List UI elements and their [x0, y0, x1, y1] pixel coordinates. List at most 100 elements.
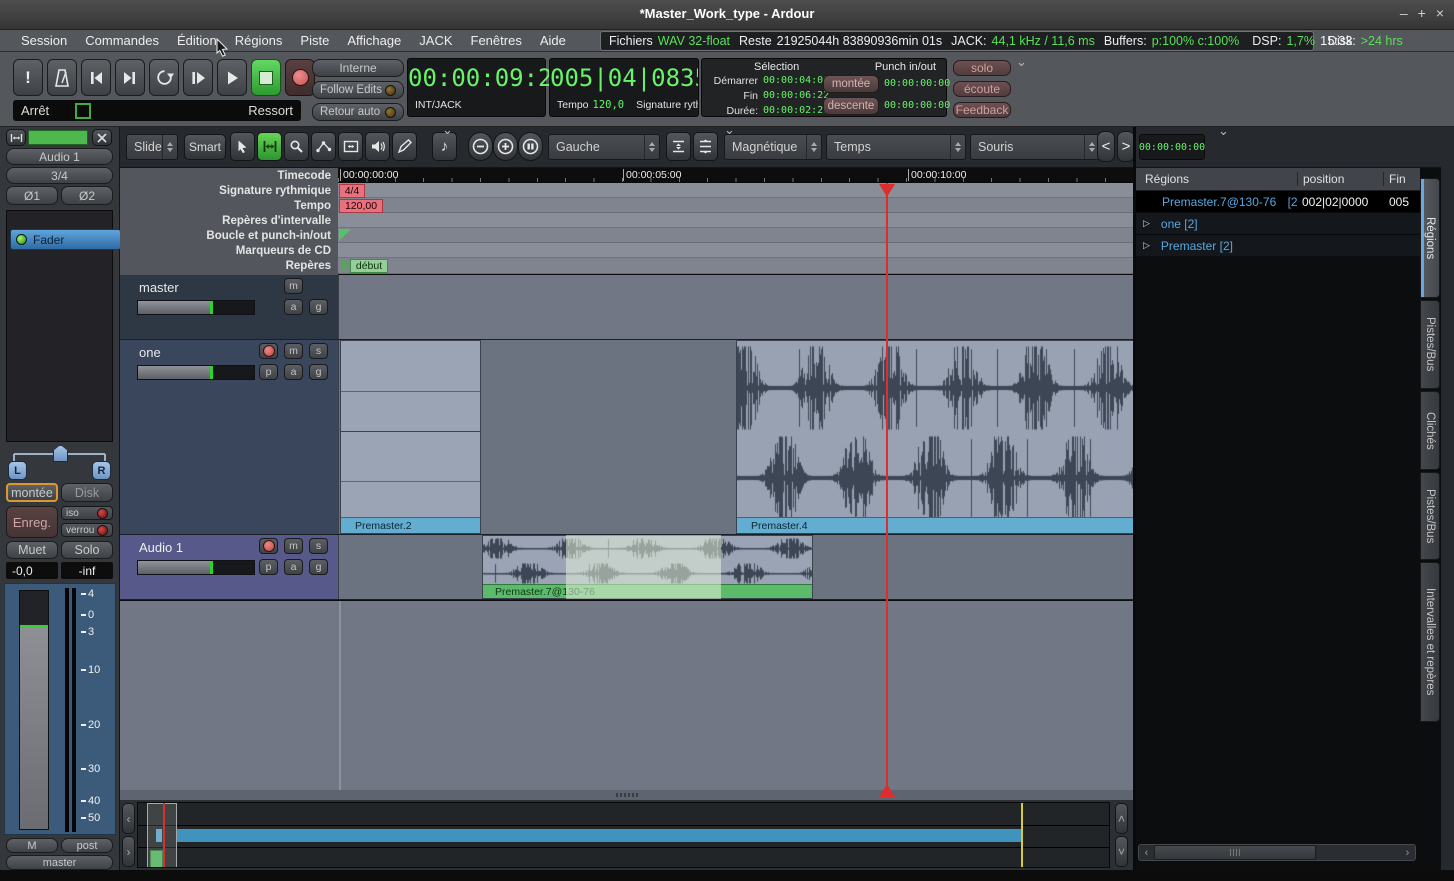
timecode-ruler[interactable]: 00:00:00:00 00:00:05:00 00:00:10:00 — [338, 168, 1133, 183]
track-audio1-rec-button[interactable] — [259, 538, 278, 554]
tab-regions[interactable]: Régions — [1420, 178, 1440, 298]
menu-regions[interactable]: Régions — [226, 33, 292, 48]
mute-button[interactable]: Muet — [6, 541, 58, 559]
start-marker-flag[interactable] — [342, 259, 350, 271]
track-one-fader[interactable] — [137, 365, 255, 380]
track-master-gain-button[interactable]: g — [309, 299, 328, 315]
go-end-button[interactable] — [115, 59, 145, 96]
track-audio1-solo-button[interactable]: s — [309, 538, 328, 554]
mono-button[interactable]: M — [6, 838, 58, 853]
loop-punch-ruler[interactable] — [338, 228, 1133, 243]
track-one-mute-button[interactable]: m — [284, 343, 303, 359]
transport-chevron-icon[interactable]: ⌄ — [1016, 58, 1027, 66]
track-one-playlist-button[interactable]: p — [259, 364, 278, 380]
primary-clock[interactable]: 00:00:09:21 INT/JACK — [407, 58, 546, 117]
processor-fader-entry[interactable]: Fader — [10, 229, 121, 250]
lock-button[interactable]: verrou — [61, 523, 113, 537]
region-list-row[interactable]: ▷ Premaster [2] — [1136, 234, 1420, 256]
stop-button[interactable] — [251, 59, 281, 96]
track-audio1-fader[interactable] — [137, 560, 255, 575]
location-markers-ruler[interactable]: début — [338, 258, 1133, 274]
nudge-clock[interactable]: 00:00:00:00 — [1139, 134, 1205, 160]
loop-button[interactable] — [149, 59, 179, 96]
pan-widget[interactable]: L R — [6, 444, 113, 479]
sync-source-button[interactable]: Interne — [312, 59, 404, 77]
meter-marker[interactable]: 4/4 — [339, 184, 365, 198]
strip-width-button[interactable] — [6, 129, 26, 146]
track-audio1-playlist-button[interactable]: p — [259, 559, 278, 575]
record-button[interactable] — [285, 59, 315, 96]
playhead-line[interactable] — [886, 183, 888, 797]
solo-indicator-button[interactable]: solo — [953, 60, 1011, 76]
audition-indicator-button[interactable]: écoute — [953, 81, 1011, 97]
output-button[interactable]: master — [6, 855, 113, 870]
menu-jack[interactable]: JACK — [410, 33, 461, 48]
edit-point-select[interactable]: Souris — [970, 134, 1100, 160]
summary-scroll-down-button[interactable]: ˅ — [1115, 836, 1128, 867]
editor-hscroll-strip[interactable] — [120, 790, 1133, 800]
pan-left-button[interactable]: L — [8, 461, 27, 480]
hscroll-left-button[interactable]: ‹ — [1139, 845, 1154, 860]
expand-tracks-button[interactable] — [693, 132, 718, 161]
track-audio1-gain-button[interactable]: g — [309, 559, 328, 575]
track-master-fader[interactable] — [137, 300, 255, 315]
strip-color-swatch[interactable] — [28, 130, 88, 145]
track-master-name[interactable]: master — [139, 280, 179, 295]
iso-button[interactable]: iso — [61, 506, 113, 520]
punch-in-button[interactable]: montée — [823, 75, 879, 93]
ruler-label-cd[interactable]: Marqueurs de CD — [120, 243, 338, 258]
follow-edits-button[interactable]: Follow Edits — [312, 81, 404, 99]
smart-mode-button[interactable]: Smart — [184, 134, 226, 160]
nudge-back-button[interactable]: < — [1097, 131, 1115, 162]
tab-tracks-bus-2[interactable]: Pistes/Bus — [1420, 472, 1440, 560]
rec-safe-button[interactable]: montée — [6, 483, 58, 502]
menu-session[interactable]: Session — [12, 33, 76, 48]
processor-box[interactable]: Fader — [6, 210, 113, 442]
strip-close-button[interactable] — [92, 129, 112, 146]
track-master-mute-button[interactable]: m — [284, 278, 303, 294]
track-master-header[interactable]: master m a g — [120, 275, 338, 339]
summary-scroll-right-button[interactable]: › — [122, 836, 135, 867]
region-list-row[interactable]: Premaster.7@130-76 [2] 002|02|0000 005 — [1136, 191, 1420, 212]
strip-track-name-button[interactable]: Audio 1 — [6, 148, 113, 165]
maximize-icon[interactable]: + — [1418, 5, 1426, 21]
gain-display[interactable]: -0,0 — [6, 562, 58, 579]
region-list-row[interactable]: ▷ one [2] — [1136, 212, 1420, 234]
strip-signature-button[interactable]: 3/4 — [6, 167, 113, 184]
region-premaster4-namebar[interactable]: Premaster.4 — [737, 517, 1134, 533]
menu-fenetres[interactable]: Fenêtres — [462, 33, 531, 48]
tool-audition-button[interactable] — [365, 132, 390, 161]
ranges-ruler[interactable] — [338, 213, 1133, 228]
secondary-clock[interactable]: 005|04|0835 Tempo 120,0 Signature ryth — [549, 58, 699, 117]
track-one-canvas[interactable]: Premaster.2 Premaster.4 — [338, 340, 1133, 534]
track-one-gain-button[interactable]: g — [309, 364, 328, 380]
col-end[interactable]: Fin — [1384, 172, 1420, 186]
track-master-afl-button[interactable]: a — [284, 299, 303, 315]
tool-object-button[interactable] — [230, 132, 255, 161]
disk-monitor-button[interactable]: Disk — [61, 483, 113, 502]
selection-overlay[interactable] — [566, 535, 721, 599]
menu-commandes[interactable]: Commandes — [76, 33, 168, 48]
scroll-grip-icon[interactable] — [616, 793, 638, 797]
phase-2-button[interactable]: Ø2 — [61, 186, 113, 205]
hscroll-right-button[interactable]: › — [1400, 845, 1415, 860]
ruler-label-meter[interactable]: Signature rythmique — [120, 183, 338, 198]
hscroll-thumb[interactable] — [1154, 845, 1316, 860]
playhead-top-handle[interactable] — [879, 184, 895, 197]
tool-range-button[interactable] — [257, 132, 282, 161]
ruler-label-tempo[interactable]: Tempo — [120, 198, 338, 213]
region-premaster2[interactable]: Premaster.2 — [340, 340, 481, 534]
region-premaster2-namebar[interactable]: Premaster.2 — [341, 517, 480, 533]
close-icon[interactable]: × — [1436, 5, 1444, 21]
track-audio1-mute-button[interactable]: m — [284, 538, 303, 554]
disclosure-icon[interactable]: ▷ — [1143, 240, 1150, 251]
track-audio1-name[interactable]: Audio 1 — [139, 540, 183, 555]
tool-edit-button[interactable] — [392, 132, 417, 161]
summary-scroll-left-button[interactable]: ‹ — [122, 803, 135, 834]
gain-fader[interactable] — [19, 590, 49, 830]
loop-start-marker[interactable] — [339, 229, 351, 241]
tab-tracks-bus-1[interactable]: Pistes/Bus — [1420, 300, 1440, 389]
region-premaster4[interactable]: Premaster.4 — [736, 340, 1134, 534]
ruler-label-ranges[interactable]: Repères d'intervalle — [120, 213, 338, 228]
edit-mode-select[interactable]: Slide — [126, 134, 178, 160]
